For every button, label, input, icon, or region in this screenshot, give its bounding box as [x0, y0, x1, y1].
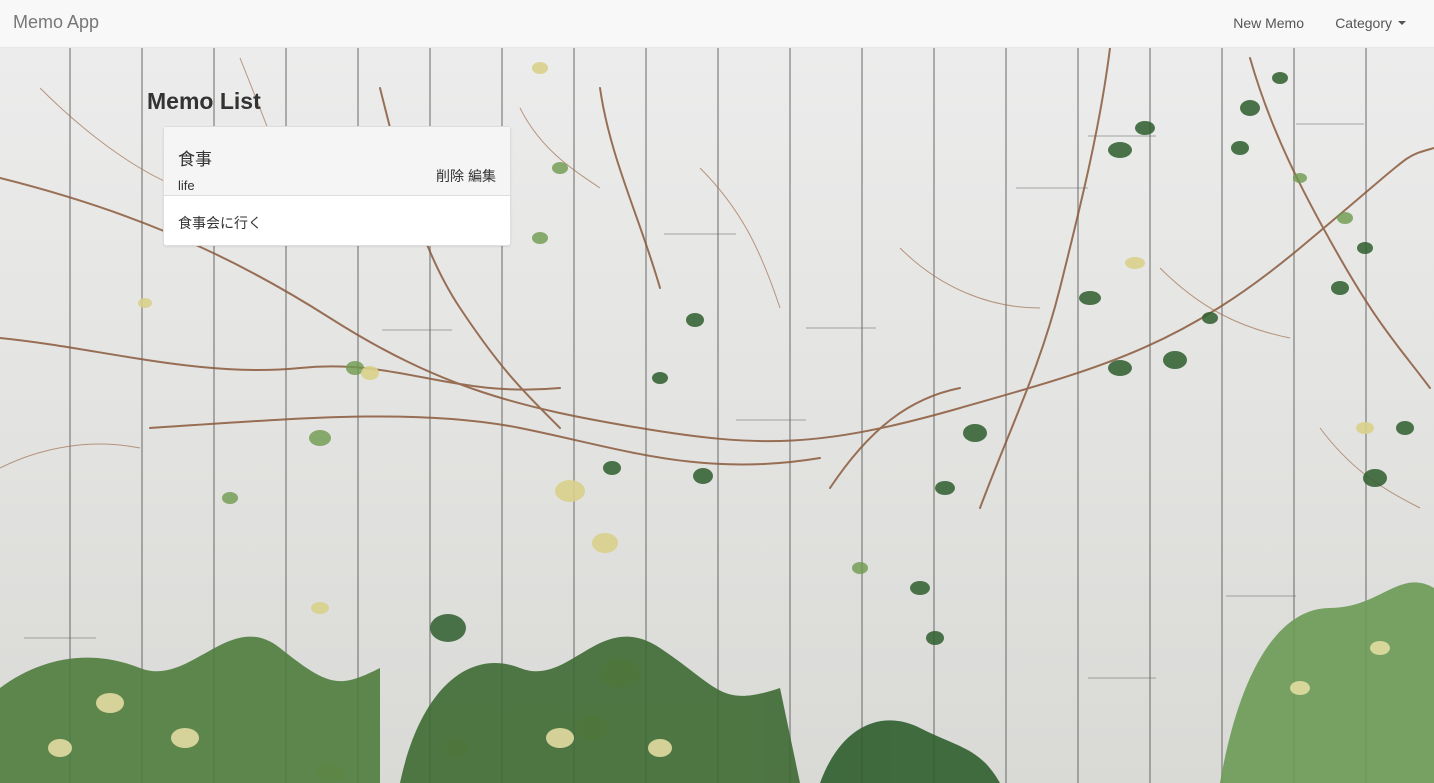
edit-memo-link[interactable]: 編集 — [468, 168, 496, 184]
top-navbar: Memo App New Memo Category — [0, 0, 1434, 48]
memo-category: life — [178, 178, 195, 193]
memo-card: 食事 life 削除 編集 食事会に行く — [163, 126, 511, 246]
brand-link[interactable]: Memo App — [13, 12, 99, 33]
memo-card-header: 食事 life 削除 編集 — [164, 127, 510, 196]
new-memo-link[interactable]: New Memo — [1233, 15, 1304, 31]
caret-down-icon — [1398, 21, 1406, 25]
category-dropdown-label: Category — [1335, 15, 1392, 31]
memo-body: 食事会に行く — [178, 215, 262, 231]
memo-title: 食事 — [178, 150, 212, 169]
memo-actions: 削除 編集 — [436, 166, 496, 186]
delete-memo-link[interactable]: 削除 — [436, 168, 464, 184]
page-title: Memo List — [147, 88, 261, 114]
category-dropdown[interactable]: Category — [1335, 15, 1406, 31]
